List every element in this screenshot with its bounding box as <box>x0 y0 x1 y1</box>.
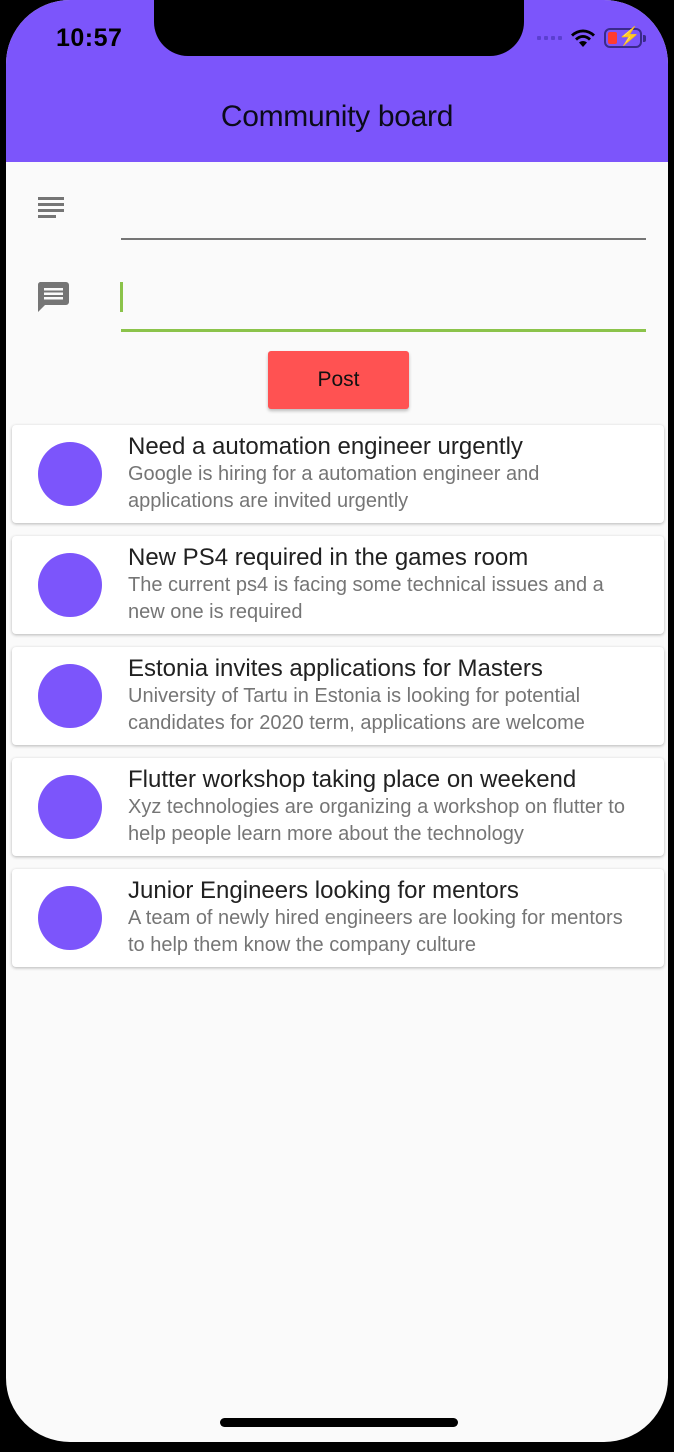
post-body: A team of newly hired engineers are look… <box>128 907 623 956</box>
post-list: Need a automation engineer urgently Goog… <box>12 425 664 980</box>
post-body: Google is hiring for a automation engine… <box>128 463 540 512</box>
device-notch <box>154 0 524 56</box>
description-field-row <box>6 262 668 342</box>
post-card[interactable]: New PS4 required in the games room The c… <box>12 536 664 634</box>
home-indicator[interactable] <box>220 1418 458 1427</box>
avatar <box>38 664 102 728</box>
post-card[interactable]: Estonia invites applications for Masters… <box>12 647 664 745</box>
avatar <box>38 553 102 617</box>
post-title: Junior Engineers looking for mentors <box>128 877 519 904</box>
text-cursor <box>120 282 123 312</box>
message-icon <box>37 282 69 312</box>
avatar <box>38 886 102 950</box>
page-title: Community board <box>220 100 454 133</box>
description-input[interactable] <box>121 272 646 332</box>
app-screen: 10:57 ⚡ Community board Post Need a auto… <box>6 0 668 1442</box>
avatar <box>38 442 102 506</box>
status-time: 10:57 <box>56 24 123 52</box>
wifi-icon <box>571 29 595 47</box>
title-input[interactable] <box>121 180 646 240</box>
post-card[interactable]: Flutter workshop taking place on weekend… <box>12 758 664 856</box>
post-title: Need a automation engineer urgently <box>128 433 523 460</box>
post-body: Xyz technologies are organizing a worksh… <box>128 796 625 845</box>
post-title: Flutter workshop taking place on weekend <box>128 766 577 793</box>
signal-icon <box>537 36 562 40</box>
battery-icon: ⚡ <box>604 26 646 48</box>
post-body: The current ps4 is facing some technical… <box>128 574 604 623</box>
post-title: Estonia invites applications for Masters <box>128 655 543 682</box>
subject-icon <box>38 197 64 218</box>
status-icons: ⚡ <box>537 26 646 48</box>
avatar <box>38 775 102 839</box>
post-card[interactable]: Junior Engineers looking for mentors A t… <box>12 869 664 967</box>
post-title: New PS4 required in the games room <box>128 544 529 571</box>
post-card[interactable]: Need a automation engineer urgently Goog… <box>12 425 664 523</box>
title-field-row <box>6 162 668 252</box>
post-button[interactable]: Post <box>268 351 409 409</box>
post-body: University of Tartu in Estonia is lookin… <box>128 685 585 734</box>
